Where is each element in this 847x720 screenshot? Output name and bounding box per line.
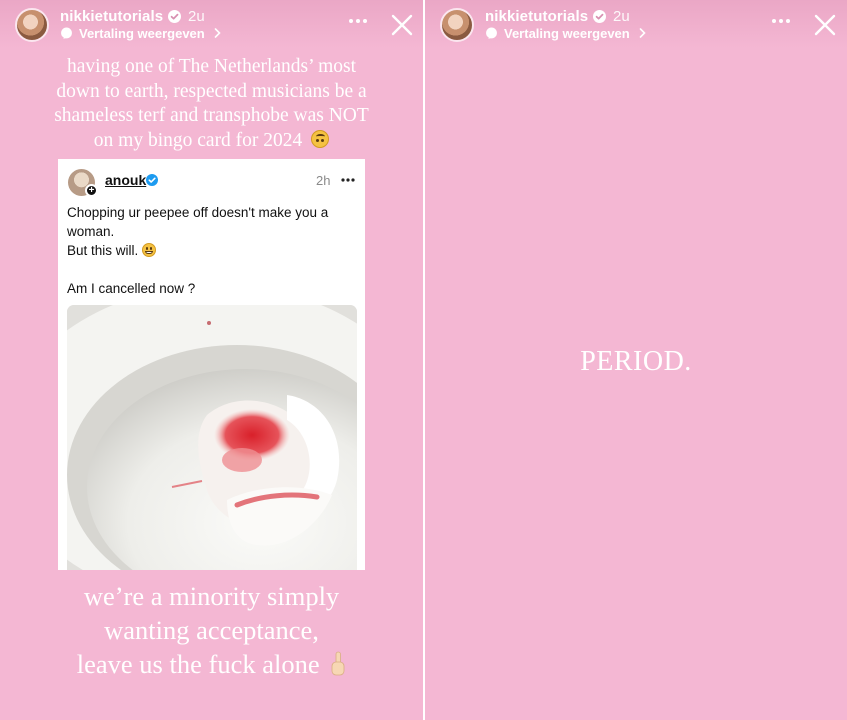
grinning-face-emoji-icon	[142, 243, 157, 257]
caption-line-with-emoji: on my bingo card for 2024	[18, 129, 405, 154]
story-caption-top: having one of The Netherlands’ most down…	[0, 55, 423, 153]
embedded-post-screenshot: + anouk 2h Chopping ur peepee off doesn'…	[58, 159, 365, 570]
upside-down-face-emoji-icon	[311, 129, 330, 148]
caption-line: wanting acceptance,	[104, 615, 319, 645]
post-line-blank	[67, 260, 357, 279]
translate-icon	[61, 27, 72, 39]
toilet-photo-image	[67, 305, 357, 570]
translate-link[interactable]: Vertaling weergeven	[485, 25, 647, 41]
story-header: nikkietutorials 2u Vertaling weergeven	[0, 0, 423, 48]
translate-label: Vertaling weergeven	[504, 25, 630, 41]
verified-badge-icon	[146, 174, 158, 186]
post-line-with-emoji: But this will.	[67, 241, 357, 260]
chevron-right-icon	[639, 28, 646, 38]
post-line: woman.	[67, 224, 115, 239]
verified-badge-icon	[168, 10, 181, 23]
translate-icon	[486, 27, 497, 39]
caption-line: on my bingo card for 2024	[93, 129, 303, 151]
post-body: Chopping ur peepee off doesn't make you …	[67, 203, 357, 298]
caption-line: we’re a minority simply	[83, 581, 340, 611]
story-panel-right[interactable]: nikkietutorials 2u Vertaling weergeven P…	[425, 0, 847, 720]
close-icon[interactable]	[814, 14, 836, 36]
story-caption-bottom: we’re a minority simply wanting acceptan…	[0, 579, 423, 681]
story-panel-left[interactable]: nikkietutorials 2u Vertaling weergeven h…	[0, 0, 423, 720]
post-line: Chopping ur peepee off doesn't make you …	[67, 205, 329, 220]
more-options-icon[interactable]	[771, 18, 791, 24]
story-time: 2u	[613, 8, 630, 25]
post-photo	[67, 305, 357, 570]
caption-line: shameless terf and transphobe was NOT	[54, 105, 369, 126]
middle-finger-emoji-icon	[331, 651, 345, 676]
post-username: anouk	[105, 172, 147, 188]
translate-label: Vertaling weergeven	[79, 25, 205, 41]
chevron-right-icon	[214, 28, 221, 38]
story-center-text: PERIOD.	[580, 346, 692, 377]
follow-plus-icon: +	[85, 184, 98, 197]
caption-line: having one of The Netherlands’ most	[67, 56, 356, 77]
caption-line: leave us the fuck alone	[76, 649, 320, 679]
close-icon[interactable]	[391, 14, 413, 36]
avatar[interactable]	[15, 8, 49, 42]
story-header: nikkietutorials 2u Vertaling weergeven	[425, 0, 847, 48]
post-line: But this will.	[67, 243, 139, 258]
caption-line-with-emoji: leave us the fuck alone	[10, 647, 413, 681]
username[interactable]: nikkietutorials	[60, 8, 163, 25]
translate-link[interactable]: Vertaling weergeven	[60, 25, 222, 41]
more-options-icon[interactable]	[348, 18, 368, 24]
caption-line: down to earth, respected musicians be a	[56, 80, 367, 102]
avatar[interactable]	[440, 8, 474, 42]
story-time: 2u	[188, 8, 205, 25]
verified-badge-icon	[593, 10, 606, 23]
more-options-icon	[341, 178, 355, 182]
post-line: Am I cancelled now ?	[67, 281, 196, 296]
username[interactable]: nikkietutorials	[485, 8, 588, 25]
post-time: 2h	[316, 173, 331, 188]
